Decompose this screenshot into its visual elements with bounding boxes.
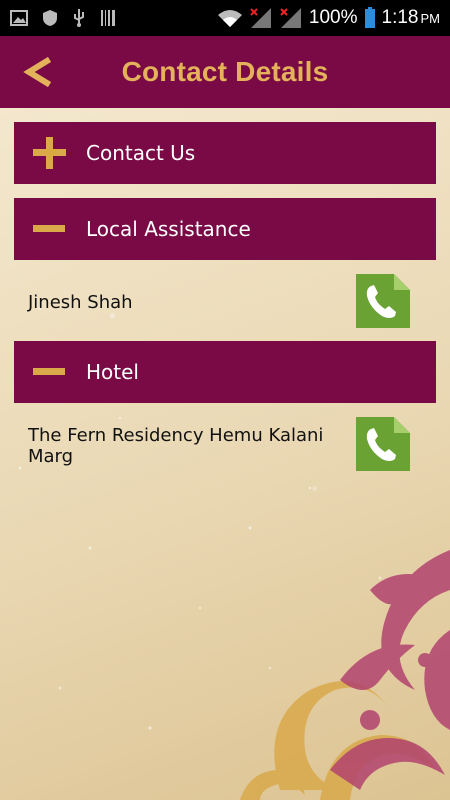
floral-flourish	[240, 550, 450, 800]
phone-icon	[356, 274, 410, 328]
call-button[interactable]	[356, 274, 410, 328]
battery-icon	[364, 7, 376, 29]
content-area: Contact Us Local Assistance Jinesh Shah …	[0, 108, 450, 800]
call-button[interactable]	[356, 417, 410, 471]
page-title: Contact Details	[121, 56, 329, 87]
battery-percent: 100%	[308, 7, 358, 28]
section-contact-us[interactable]: Contact Us	[14, 122, 436, 184]
signal-no-service-icon	[249, 7, 273, 29]
barcode-icon	[100, 9, 116, 27]
contact-name: The Fern Residency Hemu Kalani Marg	[28, 425, 324, 467]
minus-icon	[32, 355, 82, 389]
back-button[interactable]	[18, 50, 58, 94]
section-label: Contact Us	[86, 141, 196, 165]
status-bar: 100% 1:18 PM	[0, 0, 450, 36]
section-local-assistance[interactable]: Local Assistance	[14, 198, 436, 260]
plus-icon	[32, 136, 82, 170]
section-label: Hotel	[86, 360, 139, 384]
minus-icon	[32, 212, 82, 246]
phone-icon	[356, 417, 410, 471]
shield-icon	[42, 9, 58, 27]
clock-ampm: PM	[420, 11, 441, 26]
wifi-icon	[217, 8, 243, 28]
contact-row-jinesh-shah: Jinesh Shah	[14, 274, 436, 328]
app-bar: Contact Details	[0, 36, 450, 108]
section-label: Local Assistance	[86, 217, 251, 241]
section-hotel[interactable]: Hotel	[14, 341, 436, 403]
usb-icon	[72, 8, 86, 28]
contact-row-fern-residency: The Fern Residency Hemu Kalani Marg	[14, 417, 436, 473]
signal-no-service-icon-2	[279, 7, 303, 29]
gallery-icon	[10, 10, 28, 26]
contact-name: Jinesh Shah	[28, 292, 133, 313]
clock-time: 1:18	[381, 7, 419, 28]
back-arrow-icon	[23, 57, 52, 87]
